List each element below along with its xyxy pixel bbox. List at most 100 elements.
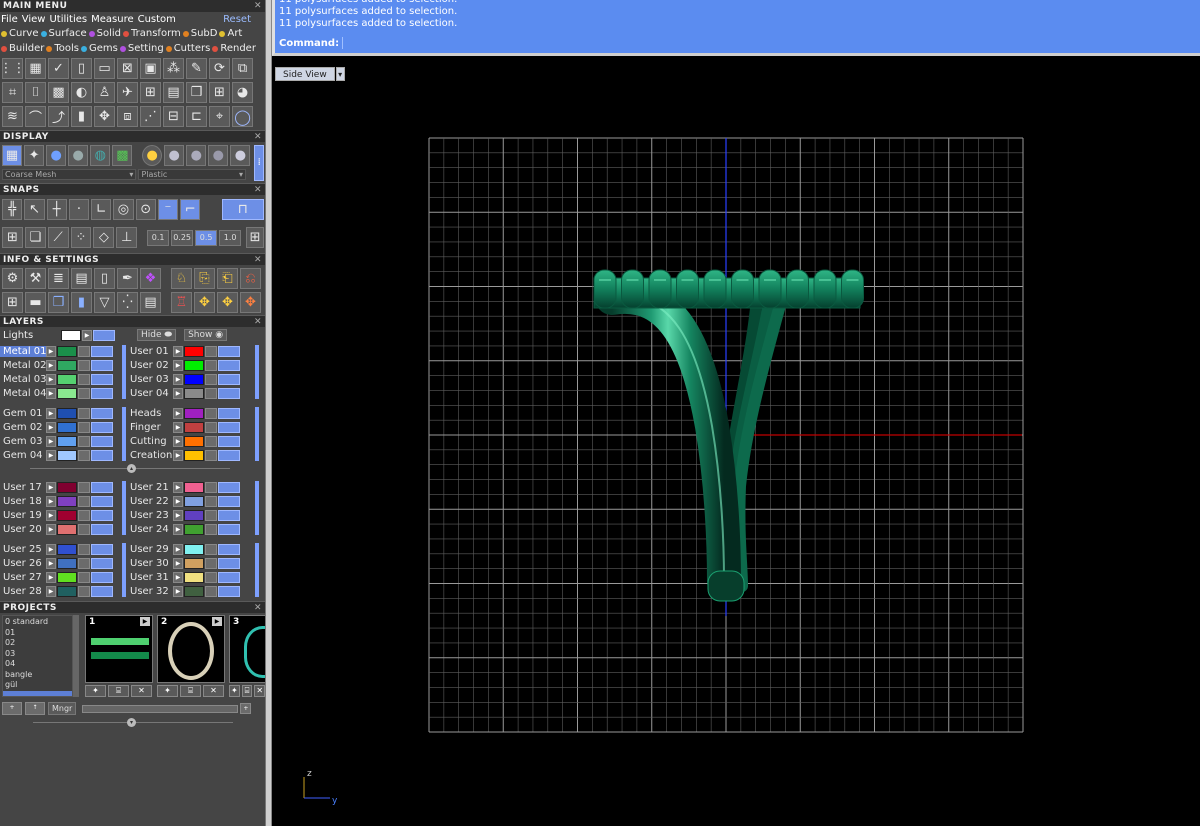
layer-user-02[interactable]: User 02 ▶ [127,359,240,371]
layer-visible-button[interactable] [91,571,113,583]
layer-color-swatch[interactable] [184,495,204,507]
category-cutters[interactable]: Cutters [165,43,210,54]
window-icon[interactable]: ⧉ [232,58,253,79]
project-item[interactable]: 04 [5,659,70,670]
lock-icon[interactable] [205,523,217,535]
thumb-scrollbar[interactable] [82,704,239,713]
doc-icon[interactable]: ▤ [140,292,161,313]
lock-icon[interactable] [78,373,90,385]
layer-user-23[interactable]: User 23 ▶ [127,509,240,521]
layer-color-swatch[interactable] [57,481,77,493]
layer-expand-icon[interactable]: ▶ [173,557,183,569]
layer-visible-button[interactable] [218,481,240,493]
show-button[interactable]: Show ◉ [184,329,228,341]
sphere-icon[interactable]: ◕ [232,82,253,103]
layer-visible-button[interactable] [218,543,240,555]
layer-visible-button[interactable] [218,571,240,583]
export-icon[interactable]: ⎘ [194,268,215,289]
half-icon[interactable]: ◐ [71,82,92,103]
wireframe-icon[interactable]: ▦ [2,145,23,166]
category-setting[interactable]: Setting [119,43,164,54]
layer-user-01[interactable]: User 01 ▶ [127,345,240,357]
layer-visible-button[interactable] [91,421,113,433]
layer-color-swatch[interactable] [184,387,204,399]
lock-icon[interactable] [205,495,217,507]
close-icon[interactable]: ✕ [254,184,262,196]
blocks-icon[interactable]: ▤ [71,268,92,289]
project-item[interactable]: 0 standard [5,617,70,628]
layer-metal-04[interactable]: Metal 04 ▶ [0,387,113,399]
group-bar[interactable] [255,481,259,535]
command-input[interactable] [342,37,923,49]
layer-color-swatch[interactable] [57,435,77,447]
settings-icon[interactable]: ⚙ [2,268,23,289]
layer-metal-03[interactable]: Metal 03 ▶ [0,373,113,385]
panel-splitter[interactable] [265,0,272,826]
layer-metal-01[interactable]: Metal 01 ▶ [0,345,113,357]
layer-color-swatch[interactable] [184,435,204,447]
layer-name[interactable]: Metal 03 [0,374,46,385]
layer-cutting[interactable]: Cutting ▶ [127,435,240,447]
category-gems[interactable]: Gems [80,43,118,54]
lock-icon[interactable] [78,407,90,419]
layer-expand-icon[interactable]: ▶ [46,449,56,461]
lock-icon[interactable] [78,495,90,507]
snap-mid-icon[interactable]: · [68,199,90,220]
layer-visible-button[interactable] [218,509,240,521]
save-icon[interactable]: ⌸ [108,685,129,697]
snap-value-2[interactable]: 0.5 [195,229,218,246]
category-builder[interactable]: Builder [0,43,44,54]
arc-icon[interactable]: ⌒ [25,106,46,127]
chrome-material-icon[interactable]: ● [186,145,207,166]
layer-color-swatch[interactable] [184,557,204,569]
lock-icon[interactable] [78,523,90,535]
layer-visible-button[interactable] [91,359,113,371]
layer-visible-button[interactable] [91,407,113,419]
add-icon[interactable]: + [240,703,252,714]
layer-user-30[interactable]: User 30 ▶ [127,557,240,569]
lock-icon[interactable] [78,481,90,493]
frame-icon[interactable]: ⌗ [2,82,23,103]
layer-color-swatch[interactable] [184,345,204,357]
group-bar[interactable] [255,407,259,461]
gem-icon[interactable]: ✦ [24,145,45,166]
cplane-icon[interactable]: ⊥ [116,227,138,248]
check-icon[interactable]: ✓ [48,58,69,79]
layer-visible-button[interactable] [91,373,113,385]
panel-resize-handle[interactable]: ▾ [0,717,265,727]
reset-button[interactable]: Reset [223,14,251,25]
layer-user-25[interactable]: User 25 ▶ [0,543,113,555]
layer-expand-icon[interactable]: ▶ [46,509,56,521]
layer-color-swatch[interactable] [184,481,204,493]
layer-visible-button[interactable] [218,449,240,461]
layer-name[interactable]: Metal 01 [0,345,46,357]
layer-user-04[interactable]: User 04 ▶ [127,387,240,399]
layer-visible-button[interactable] [91,543,113,555]
close-icon[interactable]: ✕ [254,131,262,143]
figure-icon[interactable]: ♘ [171,268,192,289]
layer-color-swatch[interactable] [57,543,77,555]
table-icon[interactable]: ⊞ [209,82,230,103]
tools-icon[interactable]: ⚒ [25,268,46,289]
layer-gem-01[interactable]: Gem 01 ▶ [0,407,113,419]
layer-color-swatch[interactable] [57,449,77,461]
layer-color-swatch[interactable] [57,373,77,385]
layer-color-swatch[interactable] [57,345,77,357]
menu-view[interactable]: View [22,14,46,25]
add-project-button[interactable]: + [2,702,22,715]
figure-icon[interactable]: ♙ [94,82,115,103]
layer-name[interactable]: Metal 04 [0,388,46,399]
silver-material-icon[interactable]: ● [164,145,185,166]
lock-icon[interactable] [78,435,90,447]
group-collapse-icon[interactable]: ▴ [127,464,136,473]
layer-color-swatch[interactable] [184,449,204,461]
layer-copy-icon[interactable]: ⧈ [117,106,138,127]
layer-name[interactable]: User 22 [127,496,173,507]
purple-cube-icon[interactable]: ❖ [140,268,161,289]
mesh-dropdown[interactable]: Coarse Mesh ▾ [2,169,137,180]
layer-color-swatch[interactable] [184,373,204,385]
ortho-toggle[interactable]: ⊓ [221,199,265,220]
layer-visible-button[interactable] [91,557,113,569]
category-transform[interactable]: Transform [122,28,181,39]
layer-expand-icon[interactable]: ▶ [173,407,183,419]
